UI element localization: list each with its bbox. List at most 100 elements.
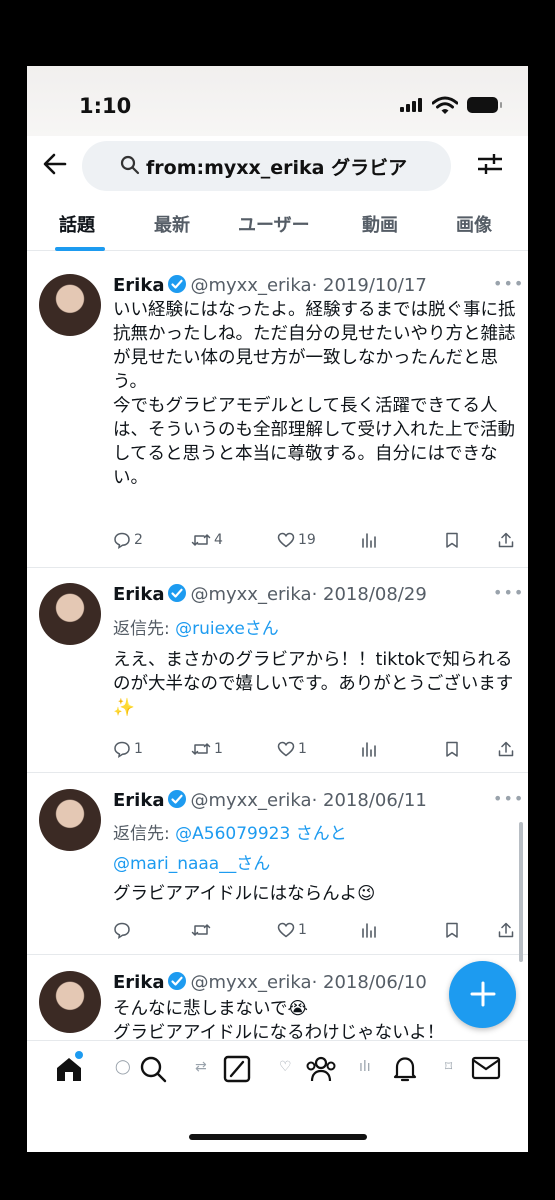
analytics-icon: [362, 923, 376, 938]
active-tab-indicator: [55, 247, 105, 251]
tab-latest[interactable]: 最新: [154, 211, 190, 237]
retweet-button[interactable]: 1: [191, 740, 223, 758]
tweet-feed: Erika @myxx_erika· 2019/10/17 ••• いい経験にはな…: [27, 252, 528, 1075]
like-button[interactable]: 1: [277, 740, 307, 758]
ghost-bookmark-icon: ⌑: [445, 1059, 453, 1075]
retweet-button[interactable]: [191, 921, 214, 939]
signal-icon: [400, 98, 422, 112]
reply-button[interactable]: [113, 921, 134, 939]
phone-screen: 1:10 from:myxx_erika グラビア 話題 最新 ユーザー 動画 …: [27, 66, 528, 1152]
filter-settings-icon[interactable]: [477, 151, 503, 177]
bookmark-icon: [446, 532, 458, 548]
reply-count: 1: [134, 741, 143, 757]
tweet[interactable]: Erika @myxx_erika· 2019/10/17 ••• いい経験にはな…: [27, 252, 528, 568]
tweet-date[interactable]: · 2018/08/29: [312, 584, 427, 605]
like-count: 1: [298, 741, 307, 757]
bell-icon[interactable]: [391, 1055, 419, 1083]
tweet-header: Erika @myxx_erika· 2019/10/17: [113, 274, 427, 296]
reply-icon: [114, 741, 130, 758]
tweet-actions: 1 1 1: [113, 740, 523, 764]
display-name[interactable]: Erika: [113, 275, 164, 296]
avatar[interactable]: [39, 789, 101, 851]
reply-to-link[interactable]: @ruiexeさん: [175, 619, 279, 639]
handle[interactable]: @myxx_erika: [190, 275, 311, 296]
search-icon[interactable]: [139, 1055, 167, 1083]
plus-icon: [470, 981, 495, 1007]
ghost-heart-icon: ♡: [279, 1059, 292, 1075]
bookmark-button[interactable]: [443, 921, 461, 939]
compose-tweet-button[interactable]: [449, 961, 516, 1028]
tweet-header: Erika @myxx_erika· 2018/08/29: [113, 583, 427, 605]
avatar[interactable]: [39, 583, 101, 645]
views-button[interactable]: [360, 740, 378, 758]
reply-to-link[interactable]: @A56079923 さんと: [175, 824, 347, 844]
home-indicator: [189, 1134, 367, 1140]
home-notification-dot: [75, 1051, 83, 1059]
bookmark-icon: [446, 922, 458, 938]
tweet-header: Erika @myxx_erika· 2018/06/11: [113, 789, 427, 811]
handle[interactable]: @myxx_erika: [190, 972, 311, 993]
share-button[interactable]: [497, 921, 515, 939]
share-icon: [498, 741, 514, 757]
like-button[interactable]: 19: [277, 531, 316, 549]
more-options-icon[interactable]: •••: [493, 789, 524, 808]
views-button[interactable]: [360, 531, 378, 549]
tab-people[interactable]: ユーザー: [238, 211, 310, 237]
reply-button[interactable]: 1: [113, 740, 143, 758]
retweet-icon: [191, 924, 211, 936]
share-icon: [498, 532, 514, 548]
bookmark-button[interactable]: [443, 740, 461, 758]
bookmark-button[interactable]: [443, 531, 461, 549]
home-icon[interactable]: [55, 1055, 83, 1083]
avatar[interactable]: [39, 971, 101, 1033]
tab-top[interactable]: 話題: [59, 211, 95, 237]
search-header: from:myxx_erika グラビア: [27, 136, 528, 196]
tweet-text: グラビアアイドルにはならんよ😉: [113, 884, 376, 904]
reply-prefix: 返信先:: [113, 619, 170, 639]
grok-icon[interactable]: [223, 1055, 251, 1083]
scrollbar[interactable]: [519, 822, 523, 962]
tweet-text: ええ、まさかのグラビアから！！tiktokで知られるのが大半なので嬉しいです。あ…: [113, 650, 514, 718]
search-icon: [120, 155, 140, 175]
search-input[interactable]: from:myxx_erika グラビア: [82, 141, 451, 191]
more-options-icon[interactable]: •••: [493, 583, 524, 602]
avatar[interactable]: [39, 274, 101, 336]
tab-photos[interactable]: 画像: [456, 211, 492, 237]
handle[interactable]: @myxx_erika: [190, 584, 311, 605]
reply-count: 2: [134, 532, 143, 548]
search-tabs: 話題 最新 ユーザー 動画 画像: [27, 201, 528, 251]
display-name[interactable]: Erika: [113, 972, 164, 993]
reply-to-link-2[interactable]: @mari_naaa__さん: [113, 854, 270, 874]
ghost-reply-icon: ◯: [115, 1059, 131, 1075]
display-name[interactable]: Erika: [113, 584, 164, 605]
analytics-icon: [362, 533, 376, 548]
verified-badge-icon: [168, 584, 187, 602]
tweet-date[interactable]: · 2018/06/11: [312, 790, 427, 811]
retweet-icon: [191, 534, 211, 546]
mail-icon[interactable]: [471, 1055, 501, 1081]
heart-icon: [277, 741, 295, 757]
bottom-navigation: ◯ ⇄ ♡ ılı ⌑: [27, 1040, 528, 1102]
retweet-button[interactable]: 4: [191, 531, 223, 549]
tweet[interactable]: Erika @myxx_erika· 2018/06/11 ••• 返信先: @A…: [27, 773, 528, 955]
like-button[interactable]: 1: [277, 921, 307, 939]
share-button[interactable]: [497, 531, 515, 549]
share-icon: [498, 922, 514, 938]
retweet-icon: [191, 743, 211, 755]
verified-badge-icon: [168, 275, 187, 293]
reply-button[interactable]: 2: [113, 531, 143, 549]
share-button[interactable]: [497, 740, 515, 758]
views-button[interactable]: [360, 921, 378, 939]
more-options-icon[interactable]: •••: [493, 274, 524, 293]
verified-badge-icon: [168, 972, 187, 990]
communities-icon[interactable]: [305, 1055, 337, 1083]
retweet-count: 1: [214, 741, 223, 757]
tweet-date[interactable]: · 2018/06/10: [312, 972, 427, 993]
back-arrow-icon[interactable]: [41, 150, 71, 180]
tab-videos[interactable]: 動画: [362, 211, 398, 237]
retweet-count: 4: [214, 532, 223, 548]
tweet[interactable]: Erika @myxx_erika· 2018/08/29 ••• 返信先: @r…: [27, 568, 528, 773]
tweet-date[interactable]: · 2019/10/17: [312, 275, 427, 296]
display-name[interactable]: Erika: [113, 790, 164, 811]
handle[interactable]: @myxx_erika: [190, 790, 311, 811]
